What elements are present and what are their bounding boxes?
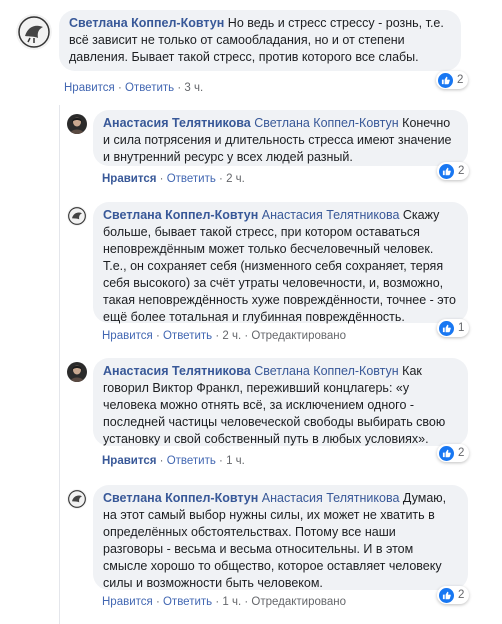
separator: · (212, 596, 223, 608)
separator: · (156, 173, 167, 185)
like-count-badge[interactable]: 2 (437, 444, 470, 462)
comment-text: Скажу больше, бывает такой стресс, при к… (103, 208, 456, 324)
separator: · (152, 596, 163, 608)
reply-button[interactable]: Ответить (163, 596, 212, 608)
reply-thread-line (59, 105, 60, 624)
dove-avatar-icon[interactable] (67, 206, 87, 226)
comment-author[interactable]: Анастасия Телятникова (103, 364, 251, 378)
like-button[interactable]: Нравится (102, 455, 156, 467)
thumbs-up-icon (439, 587, 454, 603)
reply-button[interactable]: Ответить (167, 173, 216, 185)
thumbs-up-icon (439, 445, 454, 461)
comment-mention[interactable]: Анастасия Телятникова (262, 491, 400, 505)
like-count: 1 (458, 322, 465, 334)
dove-avatar-icon[interactable] (67, 489, 87, 509)
separator: · (174, 82, 185, 94)
like-count-badge[interactable]: 1 (437, 319, 470, 337)
comment-bubble: Светлана Коппел-Ковтун Но ведь и стресс … (59, 10, 461, 71)
like-count-badge[interactable]: 2 (437, 586, 470, 604)
comment-text: Думаю, на этот самый выбор нужны силы, и… (103, 491, 447, 590)
thumbs-up-icon (438, 72, 453, 88)
comment-actions: Нравится · Ответить · 2 ч. · Отредактиро… (102, 330, 346, 342)
comment-author[interactable]: Светлана Коппел-Ковтун (69, 16, 224, 30)
thumbs-up-icon (439, 320, 454, 336)
comment-bubble: Светлана Коппел-Ковтун Анастасия Телятни… (93, 485, 468, 590)
like-button[interactable]: Нравится (64, 82, 115, 94)
comment-actions: Нравится · Ответить · 2 ч. (102, 173, 245, 185)
reply-button[interactable]: Ответить (125, 82, 174, 94)
like-count: 2 (458, 165, 465, 177)
separator: · (241, 596, 252, 608)
profile-photo-icon[interactable] (67, 362, 87, 382)
comment-timestamp[interactable]: 1 ч. (222, 596, 241, 608)
separator: · (212, 330, 223, 342)
comment-actions: Нравится · Ответить · 1 ч. (102, 455, 245, 467)
separator: · (152, 330, 163, 342)
comment-timestamp[interactable]: 3 ч. (184, 82, 203, 94)
comment-timestamp[interactable]: 2 ч. (222, 330, 241, 342)
like-count: 2 (457, 74, 464, 86)
thumbs-up-icon (439, 163, 454, 179)
like-count: 2 (458, 447, 465, 459)
dove-avatar-icon[interactable] (16, 14, 52, 50)
comment-actions: Нравится · Ответить · 3 ч. (64, 82, 203, 94)
comment-bubble: Анастасия Телятникова Светлана Коппел-Ко… (93, 110, 468, 166)
like-count-badge[interactable]: 2 (437, 162, 470, 180)
comment-mention[interactable]: Анастасия Телятникова (262, 208, 400, 222)
comment-timestamp[interactable]: 1 ч. (226, 455, 245, 467)
edited-label[interactable]: Отредактировано (251, 596, 346, 608)
comment-author[interactable]: Светлана Коппел-Ковтун (103, 491, 258, 505)
like-count-badge[interactable]: 2 (436, 71, 469, 89)
comment-bubble: Анастасия Телятникова Светлана Коппел-Ко… (93, 358, 468, 446)
comment-bubble: Светлана Коппел-Ковтун Анастасия Телятни… (93, 202, 468, 324)
separator: · (241, 330, 252, 342)
separator: · (114, 82, 125, 94)
like-button[interactable]: Нравится (102, 173, 156, 185)
comment-author[interactable]: Светлана Коппел-Ковтун (103, 208, 258, 222)
comment-actions: Нравится · Ответить · 1 ч. · Отредактиро… (102, 596, 346, 608)
like-count: 2 (458, 589, 465, 601)
edited-label[interactable]: Отредактировано (251, 330, 346, 342)
comment-author[interactable]: Анастасия Телятникова (103, 116, 251, 130)
comment-timestamp[interactable]: 2 ч. (226, 173, 245, 185)
comment-mention[interactable]: Светлана Коппел-Ковтун (254, 116, 398, 130)
separator: · (215, 173, 227, 185)
separator: · (215, 455, 227, 467)
comment-mention[interactable]: Светлана Коппел-Ковтун (254, 364, 398, 378)
like-button[interactable]: Нравится (102, 596, 153, 608)
separator: · (156, 455, 167, 467)
like-button[interactable]: Нравится (102, 330, 153, 342)
reply-button[interactable]: Ответить (167, 455, 216, 467)
profile-photo-icon[interactable] (67, 114, 87, 134)
reply-button[interactable]: Ответить (163, 330, 212, 342)
